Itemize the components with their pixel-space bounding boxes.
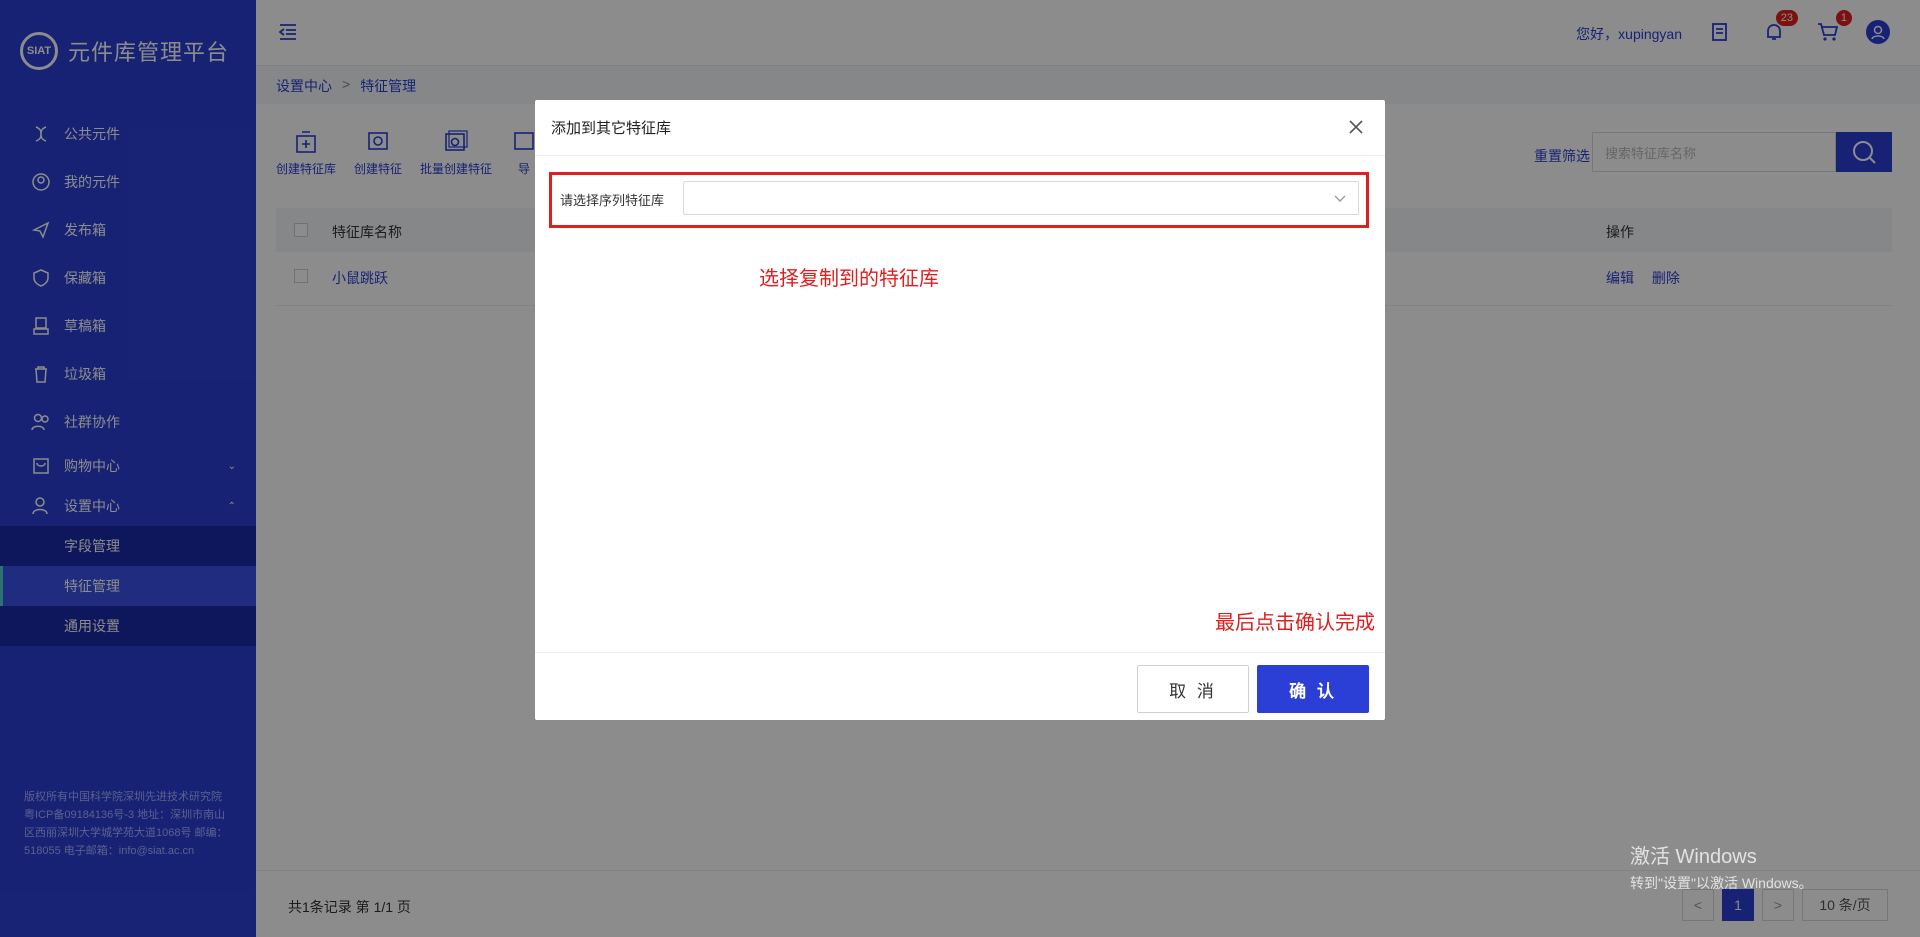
watermark-subtitle: 转到"设置"以激活 Windows。 bbox=[1630, 875, 1813, 891]
highlight-frame: 请选择序列特征库 bbox=[549, 172, 1369, 228]
library-select[interactable] bbox=[683, 181, 1359, 215]
annotation-select: 选择复制到的特征库 bbox=[759, 268, 939, 290]
chevron-down-icon bbox=[1334, 195, 1346, 202]
watermark-title: 激活 Windows bbox=[1630, 846, 1757, 868]
dialog-title: 添加到其它特征库 bbox=[535, 100, 1385, 156]
cancel-button[interactable]: 取 消 bbox=[1137, 665, 1249, 713]
annotation-confirm: 最后点击确认完成 bbox=[1215, 612, 1375, 634]
windows-activation-watermark: 激活 Windows 转到"设置"以激活 Windows。 bbox=[1630, 840, 1813, 893]
library-select-label: 请选择序列特征库 bbox=[560, 193, 665, 208]
dialog-footer: 取 消 确 认 bbox=[535, 652, 1385, 720]
confirm-button[interactable]: 确 认 bbox=[1257, 665, 1369, 713]
add-to-library-dialog: 添加到其它特征库 请选择序列特征库 选择复制到的特征库 最后点击确认完成 取 消… bbox=[535, 100, 1385, 720]
close-icon[interactable] bbox=[1347, 118, 1365, 136]
